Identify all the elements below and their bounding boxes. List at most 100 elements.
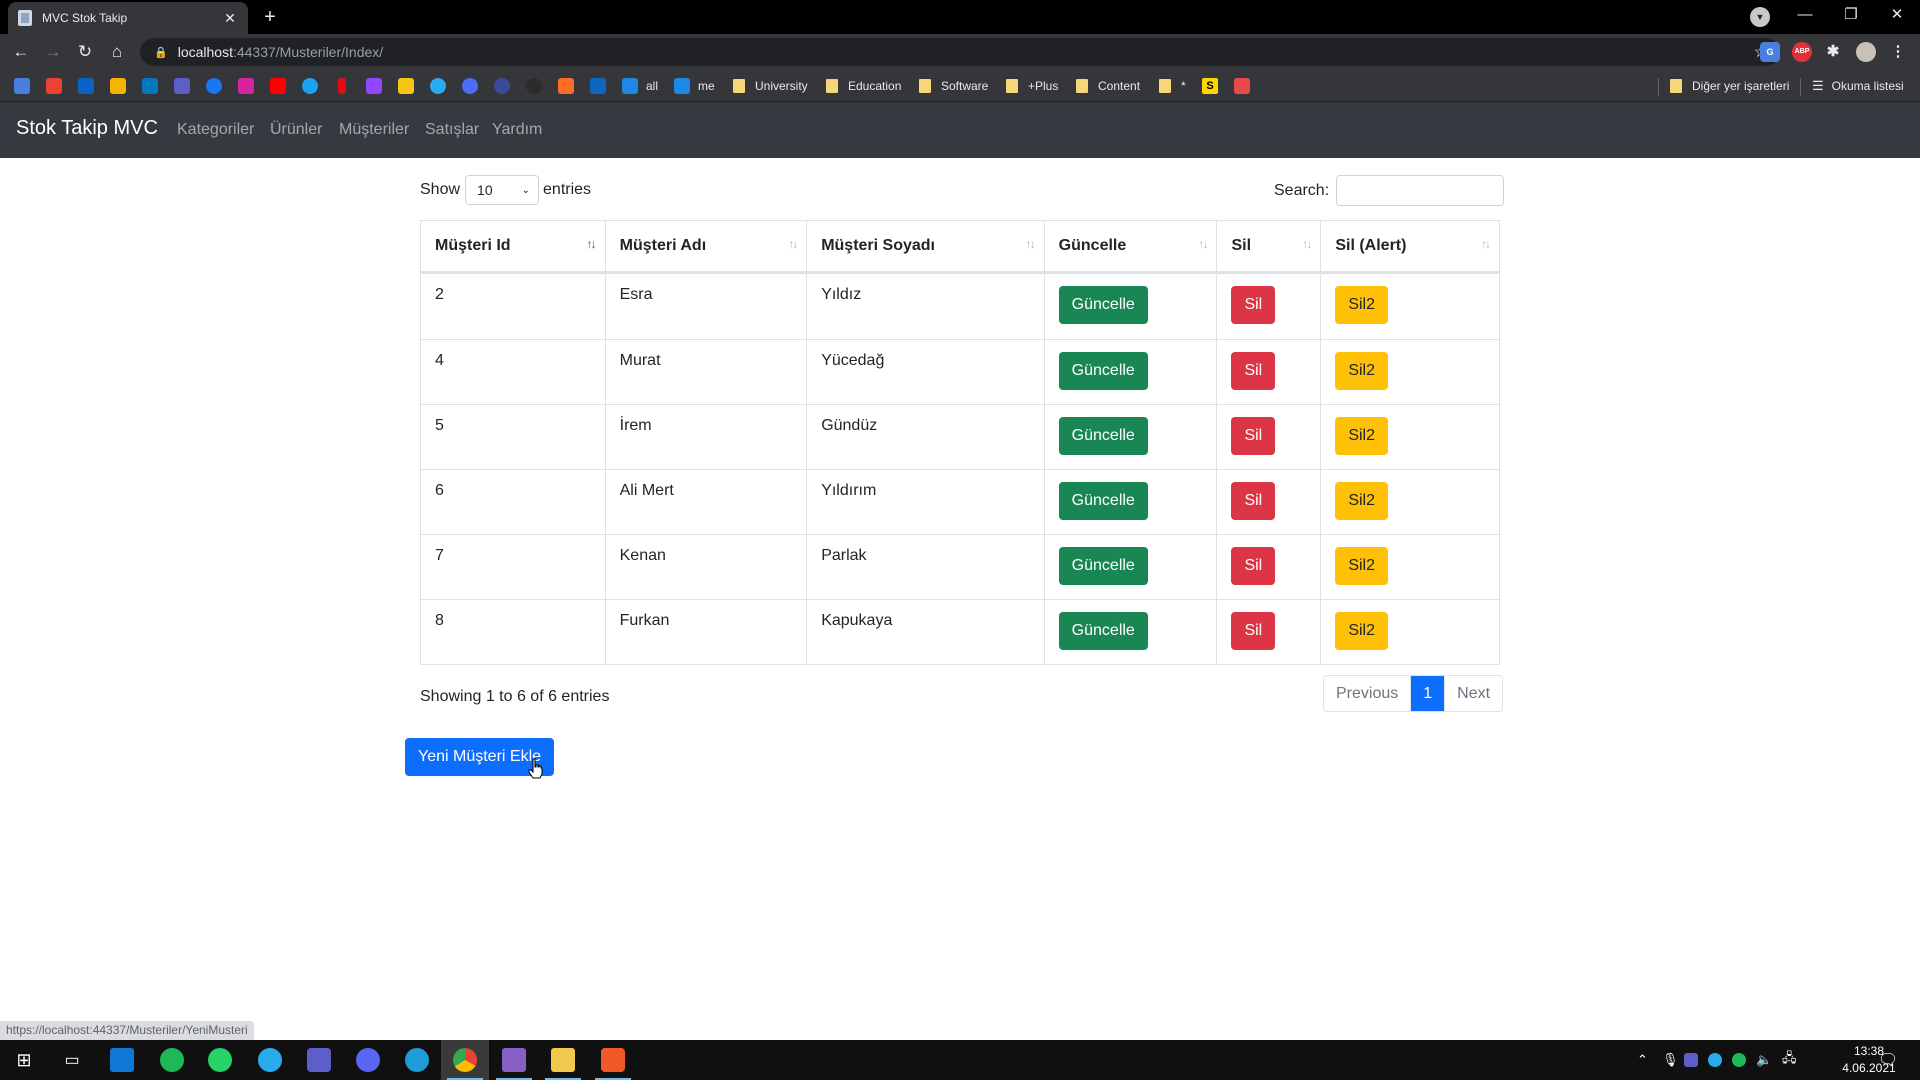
- update-button[interactable]: Güncelle: [1058, 612, 1148, 650]
- taskbar-edge[interactable]: [393, 1040, 441, 1080]
- facebook-bookmark-icon[interactable]: [206, 78, 222, 94]
- trello-bookmark-icon[interactable]: [142, 78, 158, 94]
- gitlab-bookmark-icon[interactable]: [558, 78, 574, 94]
- task-view-button[interactable]: ▭: [48, 1040, 96, 1080]
- taskbar-discord[interactable]: [344, 1040, 392, 1080]
- taskbar-camtasia[interactable]: [589, 1040, 637, 1080]
- adblock-icon[interactable]: ABP: [1792, 42, 1812, 62]
- profile-avatar[interactable]: [1856, 42, 1876, 62]
- bookmark-folder-plus[interactable]: +Plus: [1006, 76, 1058, 96]
- reading-list[interactable]: ☰ Okuma listesi: [1812, 76, 1904, 96]
- home-button[interactable]: ⌂: [104, 39, 130, 65]
- s-bookmark-icon[interactable]: S: [1202, 78, 1218, 94]
- youtube-bookmark-icon[interactable]: [270, 78, 286, 94]
- new-tab-button[interactable]: +: [256, 6, 284, 30]
- nav-link-musteriler[interactable]: Müşteriler: [339, 121, 409, 139]
- delete-alert-button[interactable]: Sil2: [1335, 417, 1389, 455]
- instagram-bookmark-icon[interactable]: [238, 78, 254, 94]
- extensions-icon[interactable]: ✱: [1823, 42, 1843, 62]
- volume-icon[interactable]: 🔈: [1756, 1040, 1772, 1080]
- microphone-icon[interactable]: 🎙: [1662, 1040, 1679, 1080]
- drive-bookmark-icon[interactable]: [110, 78, 126, 94]
- delete-alert-button[interactable]: Sil2: [1335, 482, 1389, 520]
- netflix-bookmark-icon[interactable]: [338, 78, 346, 94]
- delete-alert-button[interactable]: Sil2: [1335, 547, 1389, 585]
- browser-tab[interactable]: MVC Stok Takip ✕: [8, 2, 248, 34]
- telegram-bookmark-icon[interactable]: [430, 78, 446, 94]
- app-bookmark-icon[interactable]: [462, 78, 478, 94]
- delete-button[interactable]: Sil: [1231, 547, 1276, 585]
- column-header-guncelle[interactable]: Güncelle ↑↓: [1044, 221, 1218, 274]
- restore-button[interactable]: ❐: [1828, 0, 1874, 30]
- minimize-button[interactable]: —: [1782, 0, 1828, 30]
- reload-button[interactable]: ↻: [72, 39, 98, 65]
- update-button[interactable]: Güncelle: [1058, 417, 1148, 455]
- taskbar-mail[interactable]: [98, 1040, 146, 1080]
- tray-teams-icon[interactable]: [1684, 1040, 1698, 1080]
- nav-link-yardim[interactable]: Yardım: [492, 121, 542, 139]
- taskbar-chrome[interactable]: [441, 1040, 489, 1080]
- column-header-sil-alert[interactable]: Sil (Alert) ↑↓: [1321, 221, 1499, 274]
- tray-spotify-icon[interactable]: [1732, 1040, 1746, 1080]
- bookmark-folder-university[interactable]: University: [733, 76, 808, 96]
- update-button[interactable]: Güncelle: [1058, 482, 1148, 520]
- menu-icon[interactable]: ⋮: [1888, 42, 1908, 62]
- update-button[interactable]: Güncelle: [1058, 286, 1148, 324]
- forward-button[interactable]: →: [40, 39, 66, 65]
- nav-link-urunler[interactable]: Ürünler: [270, 121, 322, 139]
- delete-button[interactable]: Sil: [1231, 352, 1276, 390]
- tab-search-icon[interactable]: ▼: [1750, 7, 1770, 27]
- delete-button[interactable]: Sil: [1231, 417, 1276, 455]
- taskbar-telegram[interactable]: [246, 1040, 294, 1080]
- column-header-soyad[interactable]: Müşteri Soyadı ↑↓: [807, 221, 1045, 274]
- pagination-next[interactable]: Next: [1444, 676, 1503, 711]
- twitter-bookmark-icon[interactable]: [302, 78, 318, 94]
- other-bookmarks[interactable]: Diğer yer işaretleri: [1670, 76, 1789, 96]
- taskbar-whatsapp[interactable]: [196, 1040, 244, 1080]
- search-input[interactable]: [1336, 175, 1505, 206]
- outlook-bookmark-icon[interactable]: [78, 78, 94, 94]
- bookmark-me[interactable]: me: [674, 76, 715, 96]
- google-translate-icon[interactable]: G: [1760, 42, 1780, 62]
- taskbar-visual-studio[interactable]: [490, 1040, 538, 1080]
- update-button[interactable]: Güncelle: [1058, 352, 1148, 390]
- close-tab-icon[interactable]: ✕: [222, 10, 238, 27]
- delete-alert-button[interactable]: Sil2: [1335, 286, 1389, 324]
- page-length-select[interactable]: 10 ⌄: [465, 175, 540, 205]
- taskbar-teams[interactable]: [295, 1040, 343, 1080]
- tray-telegram-icon[interactable]: [1708, 1040, 1722, 1080]
- delete-button[interactable]: Sil: [1231, 612, 1276, 650]
- network-icon[interactable]: 🖧: [1782, 1040, 1797, 1080]
- column-header-id[interactable]: Müşteri Id ↑↓: [421, 221, 606, 274]
- linkedin-bookmark-icon[interactable]: [590, 78, 606, 94]
- bookmark-folder-star[interactable]: *: [1159, 76, 1186, 96]
- column-header-ad[interactable]: Müşteri Adı ↑↓: [605, 221, 808, 274]
- google-translate-bookmark-icon[interactable]: [14, 78, 30, 94]
- imdb-bookmark-icon[interactable]: [398, 78, 414, 94]
- bookmark-folder-software[interactable]: Software: [919, 76, 988, 96]
- delete-button[interactable]: Sil: [1231, 482, 1276, 520]
- tray-overflow-icon[interactable]: ⌃: [1637, 1040, 1648, 1080]
- app2-bookmark-icon[interactable]: [494, 78, 510, 94]
- teams-bookmark-icon[interactable]: [174, 78, 190, 94]
- taskbar-spotify[interactable]: [148, 1040, 196, 1080]
- bookmark-all[interactable]: all: [622, 76, 658, 96]
- update-button[interactable]: Güncelle: [1058, 547, 1148, 585]
- pagination-page-1[interactable]: 1: [1410, 676, 1445, 711]
- address-bar[interactable]: 🔒 localhost:44337/Musteriler/Index/ ☆: [140, 38, 1780, 66]
- navbar-brand[interactable]: Stok Takip MVC: [16, 117, 158, 140]
- github-bookmark-icon[interactable]: [526, 78, 542, 94]
- delete-alert-button[interactable]: Sil2: [1335, 612, 1389, 650]
- back-button[interactable]: ←: [8, 39, 34, 65]
- gmail-bookmark-icon[interactable]: [46, 78, 62, 94]
- bookmark-folder-content[interactable]: Content: [1076, 76, 1140, 96]
- close-window-button[interactable]: ✕: [1874, 0, 1920, 30]
- app3-bookmark-icon[interactable]: [1234, 78, 1250, 94]
- nav-link-kategoriler[interactable]: Kategoriler: [177, 121, 254, 139]
- delete-alert-button[interactable]: Sil2: [1335, 352, 1389, 390]
- column-header-sil[interactable]: Sil ↑↓: [1217, 221, 1322, 274]
- start-button[interactable]: ⊞: [0, 1040, 48, 1080]
- twitch-bookmark-icon[interactable]: [366, 78, 382, 94]
- nav-link-satislar[interactable]: Satışlar: [425, 121, 479, 139]
- delete-button[interactable]: Sil: [1231, 286, 1276, 324]
